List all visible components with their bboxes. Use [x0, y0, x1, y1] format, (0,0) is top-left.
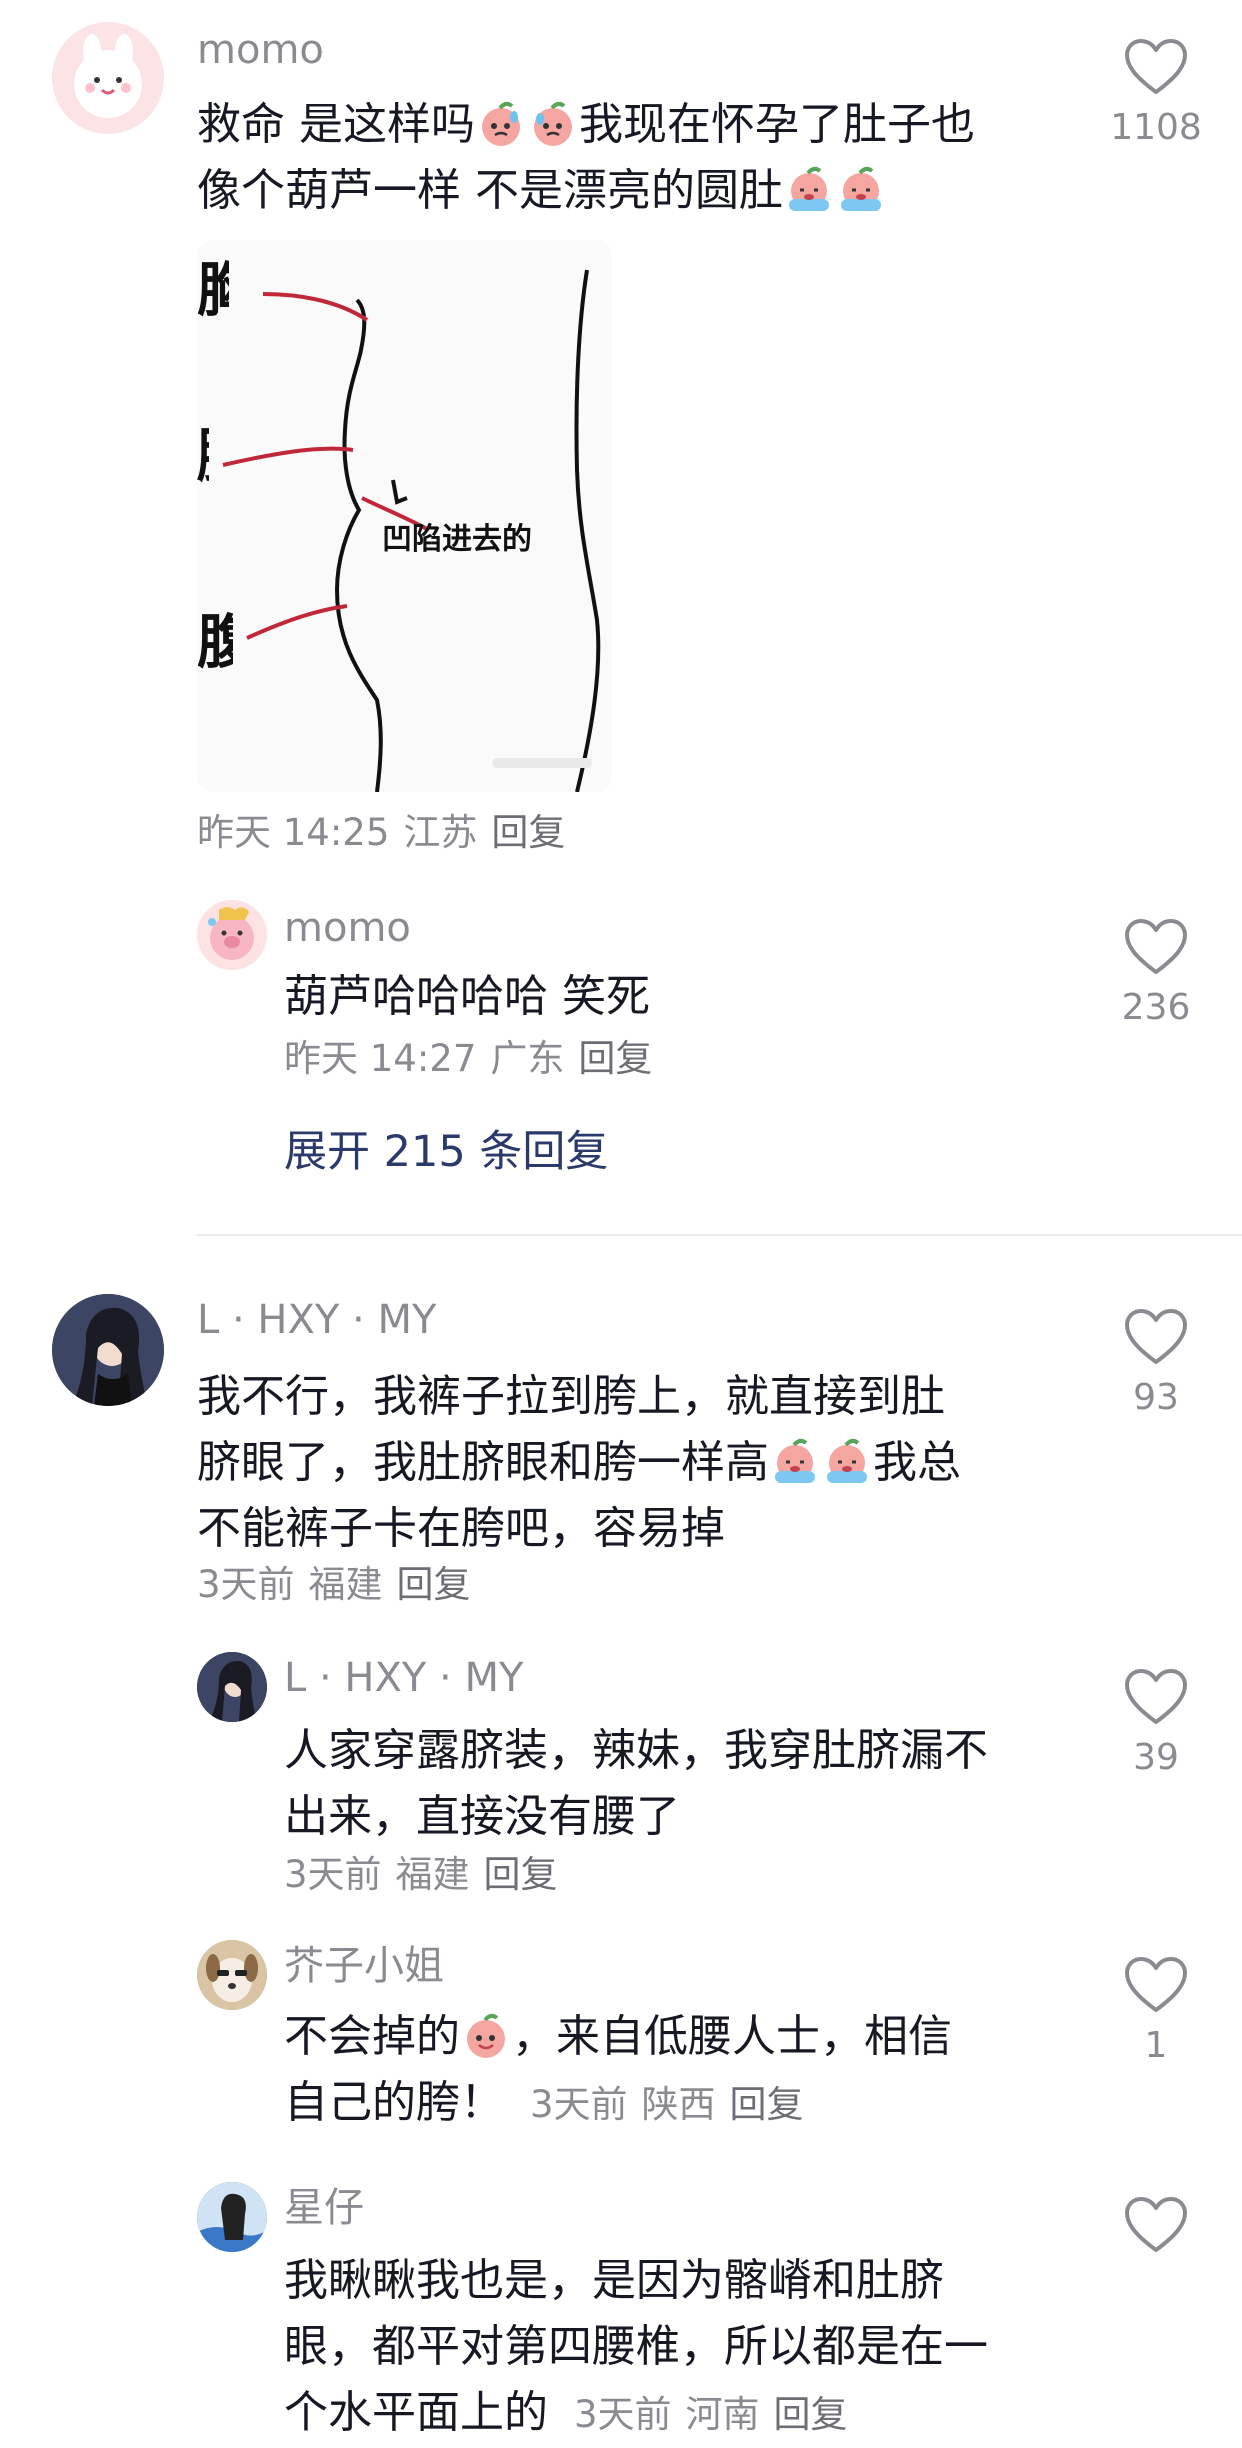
comment-meta: 3天前 福建 回复 — [197, 1562, 485, 1608]
peach-sweat-emoji — [476, 99, 526, 149]
comment-time: 昨天 14:25 — [197, 811, 390, 854]
body-outline-illustration — [197, 240, 612, 792]
reply-button[interactable]: 回复 — [578, 1037, 652, 1080]
peach-sweat-emoji — [528, 99, 578, 149]
reply-button[interactable]: 回复 — [397, 1563, 471, 1606]
like-button[interactable]: 1 — [1101, 1956, 1211, 2068]
comment-time: 3天前 — [284, 1853, 382, 1896]
comment-text: 救命 是这样吗 我现在怀孕了肚子也 像个葫芦一样 不是漂亮的圆肚 — [197, 99, 975, 216]
peach-crying-emoji — [822, 1437, 872, 1487]
comment-author[interactable]: momo — [197, 26, 324, 74]
heart-outline-icon — [1125, 1957, 1187, 2012]
heart-outline-icon — [1125, 2197, 1187, 2252]
comment-time: 3天前 — [530, 2083, 628, 2126]
comment-author[interactable]: momo — [284, 904, 411, 952]
avatar[interactable] — [52, 22, 164, 134]
image-label-waist: 腰 — [197, 426, 209, 486]
comment-time: 昨天 14:27 — [284, 1037, 477, 1080]
like-button[interactable]: 39 — [1101, 1668, 1211, 1780]
peach-crying-emoji — [770, 1437, 820, 1487]
like-count: 39 — [1133, 1737, 1179, 1778]
comment-text: 不会掉的 ，来自低腰人士，相信 自己的胯！ 3天前 陕西 回复 — [284, 2011, 952, 2128]
like-button[interactable]: 236 — [1101, 918, 1211, 1030]
comment-location: 广东 — [490, 1037, 565, 1080]
avatar[interactable] — [197, 1940, 267, 2010]
avatar[interactable] — [197, 900, 267, 970]
comment-text: 我不行，我裤子拉到胯上，就直接到肚 脐眼了，我肚脐眼和胯一样高 我总 不能裤子卡在… — [197, 1371, 961, 1554]
peach-crying-emoji — [836, 165, 886, 215]
comment-location: 陕西 — [641, 2083, 716, 2126]
reply-button[interactable]: 回复 — [730, 2083, 804, 2126]
like-count: 93 — [1133, 1377, 1179, 1418]
image-label-chest: 胸 — [197, 260, 229, 320]
like-button[interactable]: 1108 — [1101, 38, 1211, 150]
comment-location: 江苏 — [403, 811, 478, 854]
avatar-dog-icon — [197, 1940, 267, 2010]
avatar[interactable] — [197, 1652, 267, 1722]
comment-meta: 3天前 福建 回复 — [284, 1852, 572, 1898]
like-count: 236 — [1121, 987, 1191, 1028]
comment-meta: 3天前 河南 回复 — [574, 2393, 862, 2436]
heart-outline-icon — [1125, 39, 1187, 94]
avatar-photo-icon — [52, 1294, 164, 1406]
reply-button[interactable]: 回复 — [484, 1853, 558, 1896]
avatar[interactable] — [197, 2182, 267, 2252]
comment-text: 葫芦哈哈哈哈 笑死 — [284, 971, 650, 1022]
comment-text: 人家穿露脐装，辣妹，我穿肚脐漏不 出来，直接没有腰了 — [284, 1725, 988, 1842]
avatar-photo-icon — [197, 2182, 267, 2252]
comment-location: 福建 — [308, 1563, 383, 1606]
image-label-belly: 腹 — [197, 612, 233, 672]
comment-meta: 昨天 14:25 江苏 回复 — [197, 810, 579, 856]
expand-replies-link[interactable]: 展开 215 条回复 — [284, 1126, 608, 1178]
avatar[interactable] — [52, 1294, 164, 1406]
comment-meta: 3天前 陕西 回复 — [530, 2083, 818, 2126]
like-count: 1108 — [1110, 107, 1202, 148]
image-annotation: 凹陷进去的 — [382, 522, 532, 557]
comment-location: 河南 — [685, 2393, 760, 2436]
avatar-pig-icon — [208, 907, 254, 960]
comment-author[interactable]: L · HXY · MY — [197, 1296, 436, 1344]
comment-author[interactable]: 星仔 — [284, 2184, 364, 2232]
divider — [197, 1234, 1242, 1236]
reply-button[interactable]: 回复 — [491, 811, 565, 854]
comment-author[interactable]: L · HXY · MY — [284, 1654, 523, 1702]
avatar-bunny-icon — [74, 34, 142, 118]
heart-outline-icon — [1125, 1309, 1187, 1364]
like-button[interactable]: 93 — [1101, 1308, 1211, 1420]
peach-crying-emoji — [784, 165, 834, 215]
comment-image[interactable]: 胸 腰 腹 凹陷进去的 — [197, 240, 612, 792]
heart-outline-icon — [1125, 919, 1187, 974]
heart-outline-icon — [1125, 1669, 1187, 1724]
comment-location: 福建 — [395, 1853, 470, 1896]
comment-meta: 昨天 14:27 广东 回复 — [284, 1036, 666, 1082]
comment-time: 3天前 — [574, 2393, 672, 2436]
peach-emoji — [461, 2011, 511, 2061]
like-count: 1 — [1144, 2025, 1168, 2066]
reply-button[interactable]: 回复 — [774, 2393, 848, 2436]
like-button[interactable] — [1101, 2196, 1211, 2254]
avatar-photo-icon — [197, 1652, 267, 1722]
comment-time: 3天前 — [197, 1563, 295, 1606]
comment-text: 我瞅瞅我也是，是因为髂嵴和肚脐 眼，都平对第四腰椎，所以都是在一 个水平面上的 3… — [284, 2255, 988, 2438]
comment-author[interactable]: 芥子小姐 — [284, 1942, 444, 1990]
